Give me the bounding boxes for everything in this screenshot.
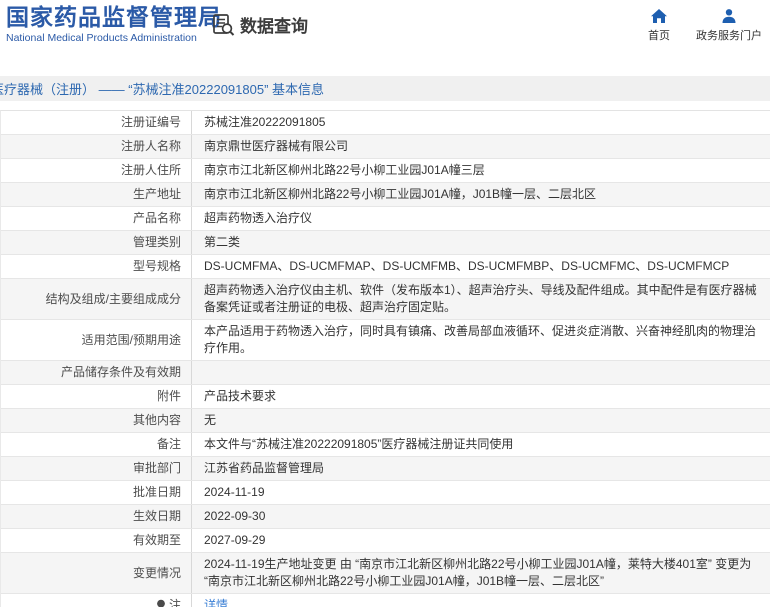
top-nav: 首页 政务服务门户 bbox=[648, 8, 762, 43]
row-label: 注册证编号 bbox=[120, 115, 181, 129]
table-row-note: 注 详情 bbox=[1, 594, 770, 607]
row-value: 超声药物透入治疗仪 bbox=[191, 207, 770, 230]
row-value-text: 2024-11-19生产地址变更 由 “南京市江北新区柳州北路22号小柳工业园J… bbox=[204, 557, 752, 588]
row-value-text: 产品技术要求 bbox=[204, 389, 277, 403]
row-label: 备注 bbox=[156, 437, 181, 451]
table-row: 产品名称 超声药物透入治疗仪 bbox=[1, 207, 770, 231]
row-value: 无 bbox=[191, 409, 770, 432]
row-label: 适用范围/预期用途 bbox=[81, 332, 181, 347]
row-label: 注册人住所 bbox=[120, 163, 181, 177]
note-bulb-icon bbox=[156, 599, 166, 607]
row-value: DS-UCMFMA、DS-UCMFMAP、DS-UCMFMB、DS-UCMFMB… bbox=[191, 255, 770, 278]
table-row: 注册人住所 南京市江北新区柳州北路22号小柳工业园J01A幢三层 bbox=[1, 159, 770, 183]
row-label: 管理类别 bbox=[132, 235, 181, 249]
row-value-text: 江苏省药品监督管理局 bbox=[204, 461, 325, 475]
row-label: 结构及组成/主要组成成分 bbox=[45, 291, 181, 306]
row-label: 生产地址 bbox=[132, 187, 181, 201]
row-label: 批准日期 bbox=[132, 485, 181, 499]
table-row: 管理类别 第二类 bbox=[1, 231, 770, 255]
row-value-text: 本文件与“苏械注准20222091805”医疗器械注册证共同使用 bbox=[204, 437, 514, 451]
row-label: 审批部门 bbox=[132, 461, 181, 475]
row-label: 型号规格 bbox=[132, 259, 181, 273]
row-value: 第二类 bbox=[191, 231, 770, 254]
row-value-text: 2022-09-30 bbox=[204, 509, 266, 523]
row-value bbox=[191, 361, 770, 384]
row-value: 南京鼎世医疗器械有限公司 bbox=[191, 135, 770, 158]
row-value-text: DS-UCMFMA、DS-UCMFMAP、DS-UCMFMB、DS-UCMFMB… bbox=[204, 259, 730, 273]
row-value: 南京市江北新区柳州北路22号小柳工业园J01A幢，J01B幢一层、二层北区 bbox=[191, 183, 770, 206]
user-icon bbox=[720, 8, 738, 24]
data-query-icon bbox=[212, 13, 236, 37]
page-header: 国家药品监督管理局 National Medical Products Admi… bbox=[0, 0, 770, 60]
row-label: 注 bbox=[1, 594, 191, 607]
row-label: 有效期至 bbox=[132, 533, 181, 547]
registration-info-table: 注册证编号 苏械注准20222091805 注册人名称 南京鼎世医疗器械有限公司… bbox=[0, 110, 770, 607]
table-row: 批准日期 2024-11-19 bbox=[1, 481, 770, 505]
row-label: 附件 bbox=[156, 389, 181, 403]
row-value-text: 超声药物透入治疗仪 bbox=[204, 211, 313, 225]
row-value-text: 2024-11-19 bbox=[204, 485, 265, 499]
table-row: 注册证编号 苏械注准20222091805 bbox=[1, 111, 770, 135]
table-row: 有效期至 2027-09-29 bbox=[1, 529, 770, 553]
row-value-text: 本产品适用于药物透入治疗，同时具有镇痛、改善局部血液循环、促进炎症消散、兴奋神经… bbox=[204, 324, 757, 355]
logo-subtitle: National Medical Products Administration bbox=[6, 32, 197, 44]
breadcrumb-bar: 医疗器械（注册） —— “苏械注准20222091805” 基本信息 bbox=[0, 76, 770, 101]
row-value-text: 2027-09-29 bbox=[204, 533, 266, 547]
nav-portal-label: 政务服务门户 bbox=[696, 30, 762, 42]
table-row: 审批部门 江苏省药品监督管理局 bbox=[1, 457, 770, 481]
nav-portal[interactable]: 政务服务门户 bbox=[696, 8, 762, 43]
nmpa-logo: 国家药品监督管理局 National Medical Products Admi… bbox=[6, 3, 222, 44]
row-label: 产品名称 bbox=[132, 211, 181, 225]
nav-home[interactable]: 首页 bbox=[648, 8, 670, 43]
note-label-text: 注 bbox=[168, 598, 181, 607]
table-row: 变更情况 2024-11-19生产地址变更 由 “南京市江北新区柳州北路22号小… bbox=[1, 553, 770, 594]
row-value: 苏械注准20222091805 bbox=[191, 111, 770, 134]
table-row: 其他内容 无 bbox=[1, 409, 770, 433]
row-value-text: 南京市江北新区柳州北路22号小柳工业园J01A幢，J01B幢一层、二层北区 bbox=[204, 187, 597, 201]
breadcrumb: 医疗器械（注册） —— “苏械注准20222091805” 基本信息 bbox=[0, 82, 325, 97]
row-value-text: 超声药物透入治疗仪由主机、软件（发布版本1）、超声治疗头、导线及配件组成。其中配… bbox=[204, 283, 757, 314]
row-value: 本产品适用于药物透入治疗，同时具有镇痛、改善局部血液循环、促进炎症消散、兴奋神经… bbox=[191, 320, 770, 360]
row-value: 超声药物透入治疗仪由主机、软件（发布版本1）、超声治疗头、导线及配件组成。其中配… bbox=[191, 279, 770, 319]
row-value-text: 无 bbox=[204, 413, 217, 427]
table-row: 型号规格 DS-UCMFMA、DS-UCMFMAP、DS-UCMFMB、DS-U… bbox=[1, 255, 770, 279]
data-query-label: 数据查询 bbox=[240, 17, 308, 36]
table-row: 注册人名称 南京鼎世医疗器械有限公司 bbox=[1, 135, 770, 159]
row-label: 生效日期 bbox=[132, 509, 181, 523]
row-label: 变更情况 bbox=[132, 565, 181, 580]
row-value-text: 苏械注准20222091805 bbox=[204, 115, 326, 129]
table-row: 生效日期 2022-09-30 bbox=[1, 505, 770, 529]
row-value: 2024-11-19生产地址变更 由 “南京市江北新区柳州北路22号小柳工业园J… bbox=[191, 553, 770, 593]
row-value-text: 南京市江北新区柳州北路22号小柳工业园J01A幢三层 bbox=[204, 163, 485, 177]
data-query-section[interactable]: 数据查询 bbox=[212, 12, 308, 37]
table-row: 生产地址 南京市江北新区柳州北路22号小柳工业园J01A幢，J01B幢一层、二层… bbox=[1, 183, 770, 207]
row-label: 注册人名称 bbox=[120, 139, 181, 153]
row-value: 2022-09-30 bbox=[191, 505, 770, 528]
row-value-text: 南京鼎世医疗器械有限公司 bbox=[204, 139, 349, 153]
table-row: 备注 本文件与“苏械注准20222091805”医疗器械注册证共同使用 bbox=[1, 433, 770, 457]
nav-home-label: 首页 bbox=[648, 30, 670, 42]
row-label: 其他内容 bbox=[132, 413, 181, 427]
table-row: 适用范围/预期用途 本产品适用于药物透入治疗，同时具有镇痛、改善局部血液循环、促… bbox=[1, 320, 770, 361]
row-value: 南京市江北新区柳州北路22号小柳工业园J01A幢三层 bbox=[191, 159, 770, 182]
table-row: 结构及组成/主要组成成分 超声药物透入治疗仪由主机、软件（发布版本1）、超声治疗… bbox=[1, 279, 770, 320]
row-value: 2024-11-19 bbox=[191, 481, 770, 504]
row-value: 产品技术要求 bbox=[191, 385, 770, 408]
row-value-text: 第二类 bbox=[204, 235, 241, 249]
row-label: 产品储存条件及有效期 bbox=[60, 365, 181, 379]
logo-title: 国家药品监督管理局 bbox=[6, 4, 222, 30]
row-value: 2027-09-29 bbox=[191, 529, 770, 552]
table-row: 产品储存条件及有效期 bbox=[1, 361, 770, 385]
table-row: 附件 产品技术要求 bbox=[1, 385, 770, 409]
details-link[interactable]: 详情 bbox=[204, 597, 228, 607]
home-icon bbox=[650, 8, 668, 24]
row-value: 详情 bbox=[191, 594, 770, 607]
row-value: 江苏省药品监督管理局 bbox=[191, 457, 770, 480]
row-value: 本文件与“苏械注准20222091805”医疗器械注册证共同使用 bbox=[191, 433, 770, 456]
